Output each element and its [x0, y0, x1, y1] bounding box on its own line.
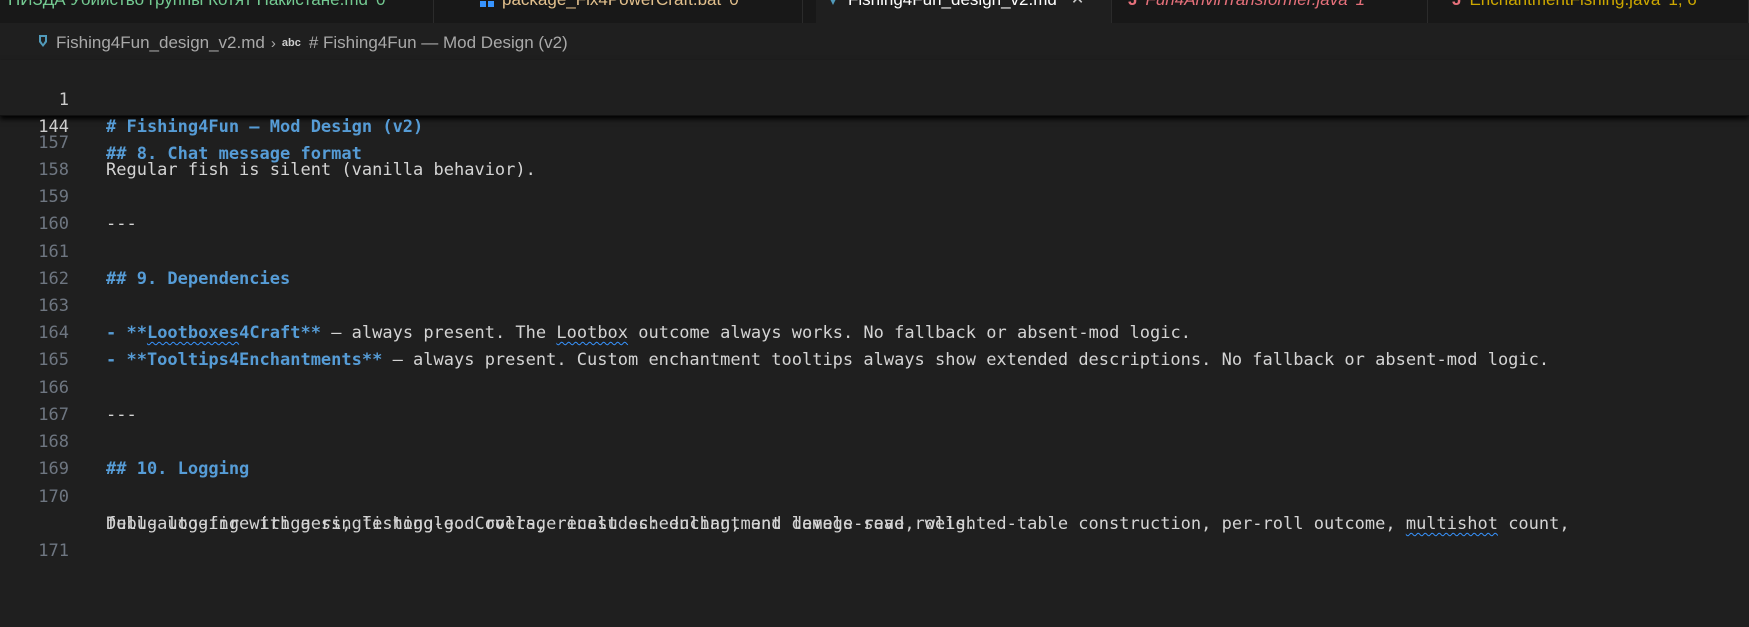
windows-icon	[480, 0, 494, 7]
tab-label: Fun4AnvilTransformer.java	[1145, 0, 1347, 8]
tab-fun4anviltransformer[interactable]: J Fun4AnvilTransformer.java 1	[1112, 0, 1428, 23]
line-number: 144	[38, 117, 69, 137]
tab-bar: НИЗДА Убийство группы Котят Пакистане.md…	[0, 0, 1749, 23]
java-icon: J	[1452, 0, 1461, 8]
tab-nizda[interactable]: НИЗДА Убийство группы Котят Пакистане.md…	[0, 0, 434, 23]
tab-package-fix4powercraft[interactable]: package_Fix4PowerCraft.bat 0	[470, 0, 803, 23]
sticky-line[interactable]: 1 # Fishing4Fun — Mod Design (v2)	[0, 60, 1749, 137]
tab-badge: 1	[1356, 0, 1365, 8]
breadcrumb-symbol[interactable]: # Fishing4Fun — Mod Design (v2)	[309, 33, 568, 53]
breadcrumb: Fishing4Fun_design_v2.md › abc # Fishing…	[0, 23, 1749, 63]
code-line[interactable]: 161 ## 9. Dependencies	[0, 212, 1749, 289]
close-icon[interactable]: ✕	[1071, 0, 1084, 8]
code-line[interactable]: 164 - **Tooltips4Enchantments** — always…	[0, 293, 1749, 370]
tab-badge: 0	[376, 0, 385, 8]
code-line[interactable]: 167	[0, 375, 1749, 425]
markdown-icon	[36, 33, 50, 54]
code-line[interactable]: 168 ## 10. Logging	[0, 402, 1749, 479]
breadcrumb-file[interactable]: Fishing4Fun_design_v2.md	[56, 33, 265, 53]
tab-enchantmentfishing[interactable]: J EnchantmentFishing.java 1, 6	[1428, 0, 1749, 23]
sticky-scroll[interactable]: 1 # Fishing4Fun — Mod Design (v2) 144 ##…	[0, 60, 1749, 164]
tab-badge: 0	[729, 0, 738, 8]
sticky-line[interactable]: 144 ## 8. Chat message format	[0, 87, 1749, 164]
markdown-icon	[826, 0, 840, 7]
code-line[interactable]: 171	[0, 511, 1749, 561]
code-line-wrap[interactable]: full-auto-fire triggers, fishing-god rol…	[0, 484, 1749, 534]
code-line[interactable]: 163 - **Lootboxes4Craft** — always prese…	[0, 266, 1749, 343]
code-line[interactable]: 169	[0, 429, 1749, 479]
code-line[interactable]: 166 ---	[0, 348, 1749, 425]
code-line[interactable]: 160	[0, 184, 1749, 234]
editor[interactable]: 1 # Fishing4Fun — Mod Design (v2) 144 ##…	[0, 60, 1749, 627]
tab-fishing4fun-design[interactable]: Fishing4Fun_design_v2.md ✕	[816, 0, 1112, 23]
tab-label: package_Fix4PowerCraft.bat	[502, 0, 721, 8]
tab-badge: 1, 6	[1668, 0, 1696, 8]
symbol-string-icon: abc	[281, 37, 301, 49]
code-line[interactable]: 165	[0, 320, 1749, 370]
tab-label: НИЗДА Убийство группы Котят Пакистане.md	[8, 0, 368, 8]
code-line[interactable]: 162	[0, 239, 1749, 289]
line-number: 171	[38, 541, 69, 561]
sticky-heading: # Fishing4Fun — Mod Design (v2)	[106, 117, 424, 137]
java-icon: J	[1128, 0, 1137, 8]
tab-label: EnchantmentFishing.java	[1469, 0, 1660, 8]
tab-label: Fishing4Fun_design_v2.md	[848, 0, 1057, 8]
code-line[interactable]: 170 Debug logging with a single toggle. …	[0, 457, 1749, 534]
sticky-heading: ## 8. Chat message format	[106, 144, 362, 164]
chevron-right-icon: ›	[270, 34, 276, 52]
